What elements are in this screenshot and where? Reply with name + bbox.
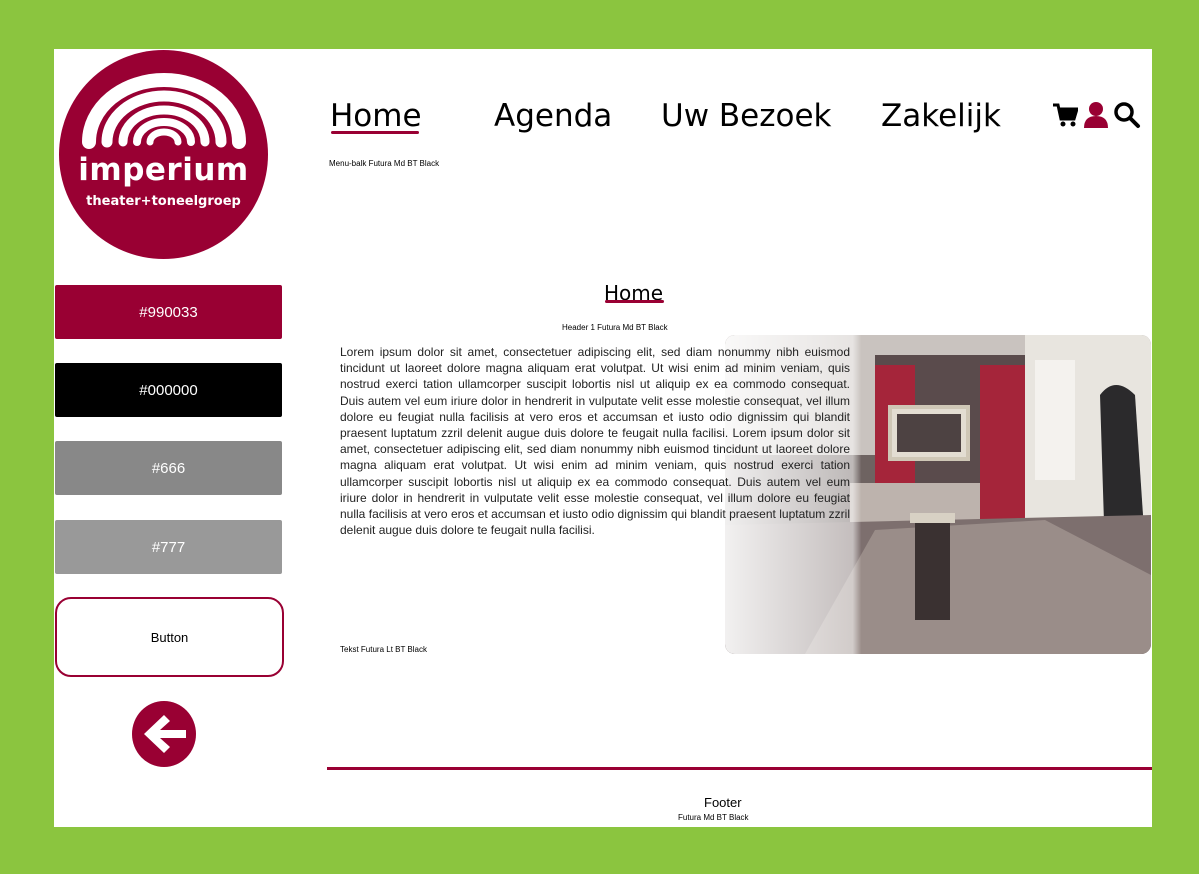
swatch-gray-777: #777 — [55, 520, 282, 574]
text-font-note: Tekst Futura Lt BT Black — [340, 645, 427, 654]
menu-font-note: Menu-balk Futura Md BT Black — [329, 159, 440, 168]
nav-zakelijk[interactable]: Zakelijk — [881, 98, 1001, 134]
footer-divider — [327, 767, 1152, 770]
swatch-accent: #990033 — [55, 285, 282, 339]
search-icon[interactable] — [1113, 101, 1141, 129]
header-font-note: Header 1 Futura Md BT Black — [562, 323, 668, 332]
sample-button[interactable]: Button — [55, 597, 284, 677]
footer-label: Footer — [704, 795, 742, 810]
swatch-gray-666: #666 — [55, 441, 282, 495]
nav-active-underline — [331, 131, 419, 134]
body-text: Lorem ipsum dolor sit amet, consectetuer… — [340, 345, 850, 538]
back-arrow-icon[interactable] — [132, 701, 196, 767]
footer-font-note: Futura Md BT Black — [678, 813, 749, 822]
nav-agenda[interactable]: Agenda — [494, 98, 612, 134]
swatch-black: #000000 — [55, 363, 282, 417]
user-icon[interactable] — [1082, 101, 1110, 129]
nav-uw-bezoek[interactable]: Uw Bezoek — [661, 98, 832, 134]
page-canvas: imperium theater+toneelgroep #990033 #00… — [54, 49, 1152, 827]
nav-home[interactable]: Home — [330, 98, 422, 134]
logo-name: imperium — [78, 152, 249, 188]
logo[interactable]: imperium theater+toneelgroep — [59, 50, 268, 259]
cart-icon[interactable] — [1052, 101, 1078, 129]
logo-subtitle: theater+toneelgroep — [86, 194, 241, 209]
page-title-underline — [605, 300, 664, 303]
